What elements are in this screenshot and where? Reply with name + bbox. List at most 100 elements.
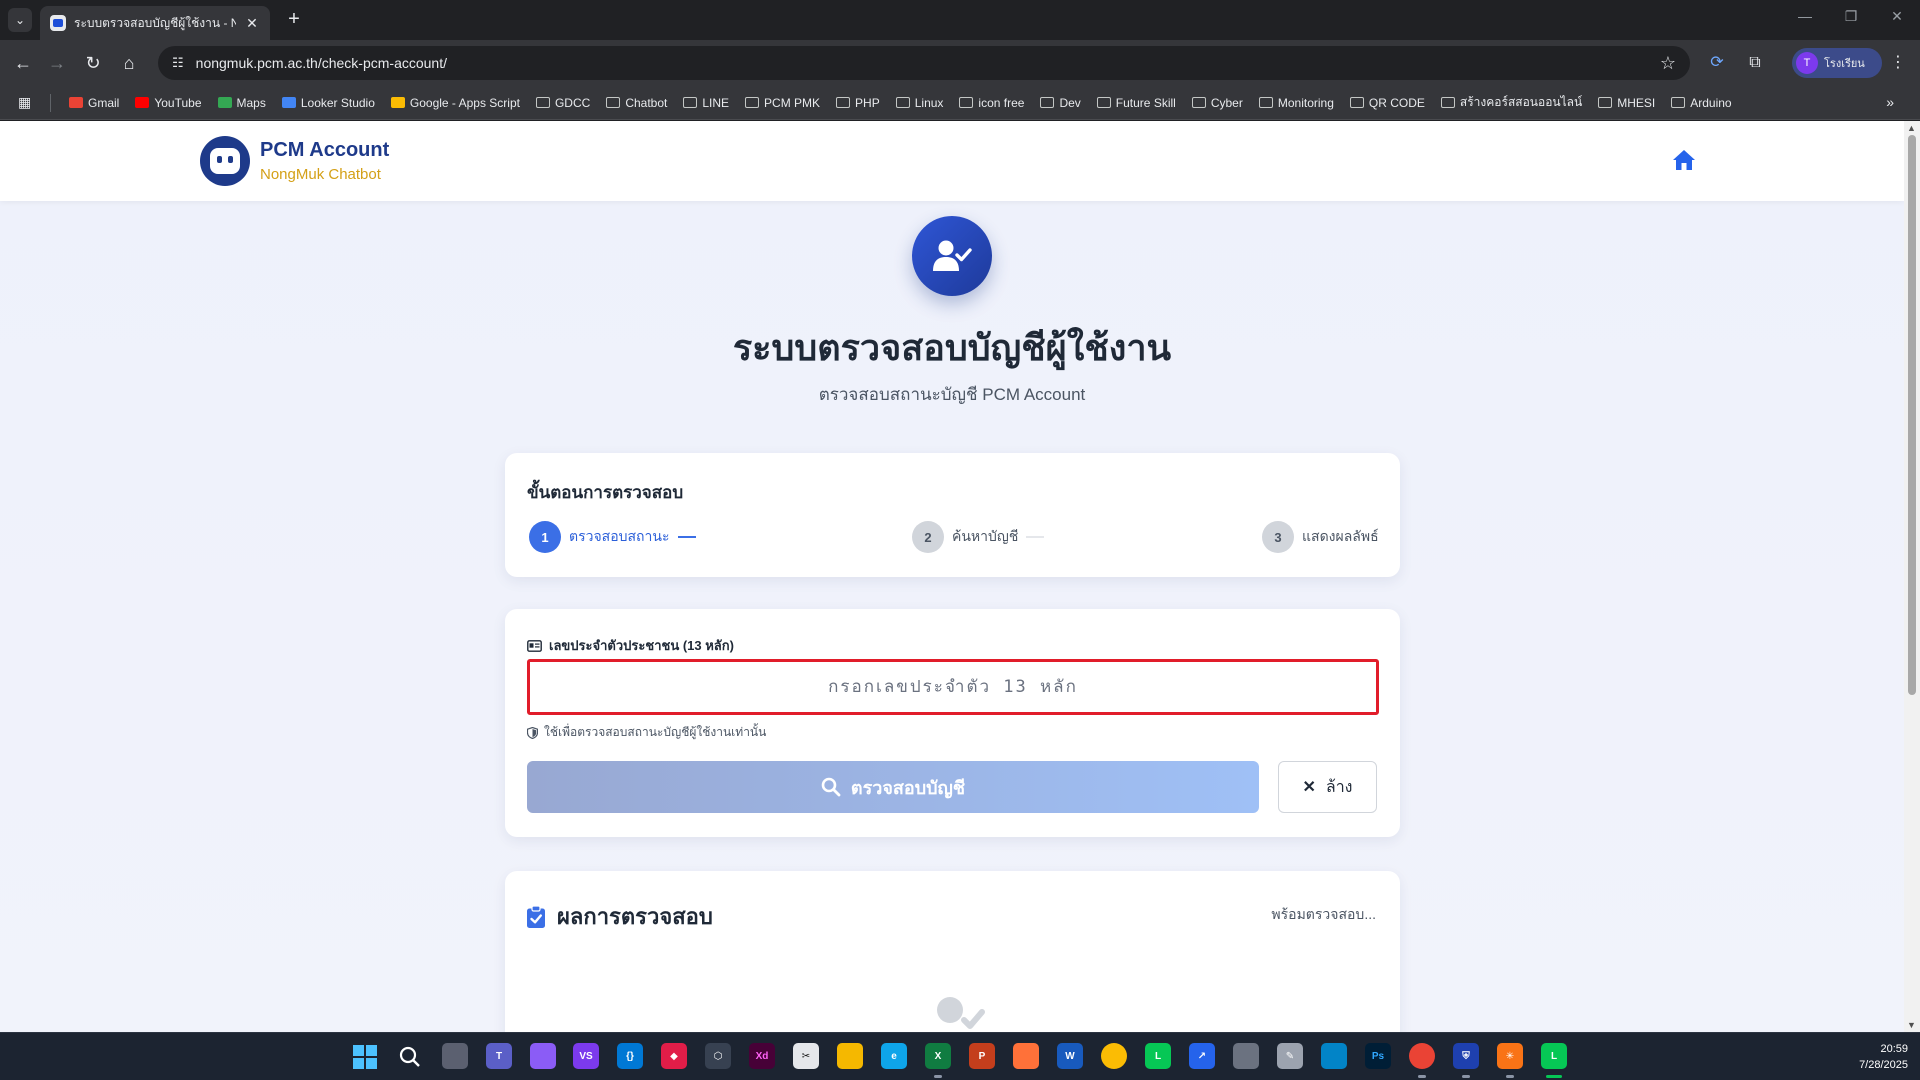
check-account-button[interactable]: ตรวจสอบบัญชี	[527, 761, 1259, 813]
task-view-icon[interactable]	[442, 1043, 468, 1069]
bookmark-label: YouTube	[154, 95, 202, 110]
bookmark-label: Cyber	[1210, 95, 1243, 110]
bookmark-item[interactable]: icon free	[951, 96, 1032, 110]
taskbar-search-icon[interactable]	[398, 1045, 422, 1069]
folder-icon	[745, 97, 760, 108]
brand-title[interactable]: PCM Account	[260, 139, 389, 162]
browser-toolbar: ← → ↻ ⌂ ☷ nongmuk.pcm.ac.th/check-pcm-ac…	[0, 40, 1920, 86]
new-tab-icon[interactable]: +	[282, 8, 306, 32]
address-bar[interactable]: ☷ nongmuk.pcm.ac.th/check-pcm-account/ ☆	[158, 46, 1690, 80]
clear-button[interactable]: ✕ ล้าง	[1278, 761, 1377, 813]
photos-icon[interactable]	[1233, 1043, 1259, 1069]
copilot-icon[interactable]	[530, 1043, 556, 1069]
anydesk-icon[interactable]: ◆	[661, 1043, 687, 1069]
defender-icon[interactable]: ⛨	[1453, 1043, 1479, 1069]
vscode-icon[interactable]: {}	[617, 1043, 643, 1069]
page-scrollbar[interactable]: ▲ ▼	[1904, 121, 1920, 1032]
scroll-thumb[interactable]	[1908, 135, 1916, 695]
folder-icon	[1349, 97, 1364, 108]
home-button-icon[interactable]: ⌂	[116, 50, 142, 76]
scroll-down-icon[interactable]: ▼	[1907, 1020, 1916, 1030]
bookmark-item[interactable]: Future Skill	[1089, 96, 1184, 110]
excel-icon[interactable]: X	[925, 1043, 951, 1069]
extensions-icon[interactable]: ⧉	[1742, 50, 1768, 76]
photoshop-icon[interactable]: Ps	[1365, 1043, 1391, 1069]
national-id-input[interactable]	[527, 659, 1379, 715]
home-icon[interactable]	[1672, 149, 1696, 171]
folder-icon	[1191, 97, 1206, 108]
bookmark-label: MHESI	[1617, 95, 1656, 110]
taskbar-running-indicator	[934, 1075, 942, 1078]
step-number: 1	[529, 521, 561, 553]
address-url[interactable]: nongmuk.pcm.ac.th/check-pcm-account/	[196, 55, 1648, 71]
bookmark-item[interactable]: PHP	[828, 96, 888, 110]
bookmark-label: Looker Studio	[300, 95, 375, 110]
apps-grid-icon[interactable]: ▦	[18, 94, 48, 111]
word-icon[interactable]: W	[1057, 1043, 1083, 1069]
bookmark-item[interactable]: Arduino	[1663, 96, 1739, 110]
chrome-profile-icon[interactable]	[1409, 1043, 1435, 1069]
bookmark-item[interactable]: MHESI	[1590, 96, 1663, 110]
unity-icon[interactable]: ⬡	[705, 1043, 731, 1069]
bookmark-item[interactable]: Monitoring	[1251, 96, 1342, 110]
sync-icon[interactable]: ⟳	[1704, 50, 1730, 76]
bookmark-item[interactable]: Gmail	[61, 96, 127, 110]
edge-icon[interactable]: e	[881, 1043, 907, 1069]
youtube-icon	[135, 97, 150, 108]
bookmark-item[interactable]: สร้างคอร์สสอนออนไลน์	[1433, 93, 1590, 112]
browser-menu-icon[interactable]: ⋮	[1885, 50, 1911, 76]
bookmark-item[interactable]: Chatbot	[598, 96, 675, 110]
minimize-icon[interactable]: —	[1790, 8, 1820, 24]
powerpoint-icon[interactable]: P	[969, 1043, 995, 1069]
profile-button[interactable]: T โรงเรียน	[1792, 48, 1882, 78]
file-explorer-icon[interactable]	[837, 1043, 863, 1069]
system-clock[interactable]: 20:59 7/28/2025	[1859, 1041, 1908, 1073]
teams-icon[interactable]: T	[486, 1043, 512, 1069]
bookmark-item[interactable]: Google - Apps Script	[383, 96, 528, 110]
visual-studio-icon[interactable]: VS	[573, 1043, 599, 1069]
tab-title: ระบบตรวจสอบบัญชีผู้ใช้งาน - NongMuk	[74, 15, 236, 30]
bookmark-item[interactable]: QR CODE	[1342, 96, 1433, 110]
bookmark-item[interactable]: Looker Studio	[274, 96, 383, 110]
bookmark-item[interactable]: GDCC	[528, 96, 598, 110]
tab-close-icon[interactable]: ✕	[244, 15, 260, 32]
snipping-tool-icon[interactable]: ✂	[793, 1043, 819, 1069]
reload-icon[interactable]: ↻	[80, 50, 106, 76]
folder-icon	[535, 97, 550, 108]
chart-app-icon[interactable]: ↗	[1189, 1043, 1215, 1069]
bookmark-item[interactable]: PCM PMK	[737, 96, 828, 110]
scroll-up-icon[interactable]: ▲	[1907, 123, 1916, 133]
firefox-icon[interactable]	[1013, 1043, 1039, 1069]
bookmark-star-icon[interactable]: ☆	[1660, 53, 1676, 74]
back-arrow-icon[interactable]: ←	[10, 50, 36, 76]
site-info-icon[interactable]: ☷	[172, 55, 184, 71]
bookmark-item[interactable]: LINE	[675, 96, 737, 110]
windows-start-icon[interactable]	[353, 1045, 377, 1069]
claude-icon[interactable]: ✳	[1497, 1043, 1523, 1069]
step-connector	[677, 536, 696, 538]
logo-robot-icon[interactable]	[200, 136, 250, 186]
bookmark-item[interactable]: YouTube	[127, 96, 209, 110]
chrome-icon[interactable]	[1101, 1043, 1127, 1069]
line-chat-icon[interactable]: L	[1541, 1043, 1567, 1069]
restore-icon[interactable]: ❐	[1836, 8, 1866, 25]
page-title: ระบบตรวจสอบบัญชีผู้ใช้งาน	[732, 327, 1172, 368]
forward-arrow-icon[interactable]: →	[44, 50, 70, 76]
adobe-xd-icon[interactable]: Xd	[749, 1043, 775, 1069]
window-close-icon[interactable]: ✕	[1882, 8, 1912, 25]
tab-search-button[interactable]: ⌄	[8, 8, 32, 32]
pen-tool-icon[interactable]: ✎	[1277, 1043, 1303, 1069]
taskbar-active-indicator	[1546, 1075, 1562, 1078]
browser-tab-active[interactable]: ระบบตรวจสอบบัญชีผู้ใช้งาน - NongMuk ✕	[40, 6, 270, 40]
bookmark-item[interactable]: Maps	[210, 96, 274, 110]
more-bookmarks-icon[interactable]: »	[1886, 94, 1894, 110]
step-label: แสดงผลลัพธ์	[1302, 528, 1379, 544]
clock-time: 20:59	[1880, 1043, 1908, 1055]
line-app-icon[interactable]: L	[1145, 1043, 1171, 1069]
bookmark-item[interactable]: Dev	[1032, 96, 1088, 110]
bookmark-item[interactable]: Cyber	[1184, 96, 1251, 110]
bookmark-item[interactable]: Linux	[888, 96, 952, 110]
maps-icon	[217, 97, 232, 108]
folder-icon	[895, 97, 910, 108]
screen-tool-icon[interactable]	[1321, 1043, 1347, 1069]
